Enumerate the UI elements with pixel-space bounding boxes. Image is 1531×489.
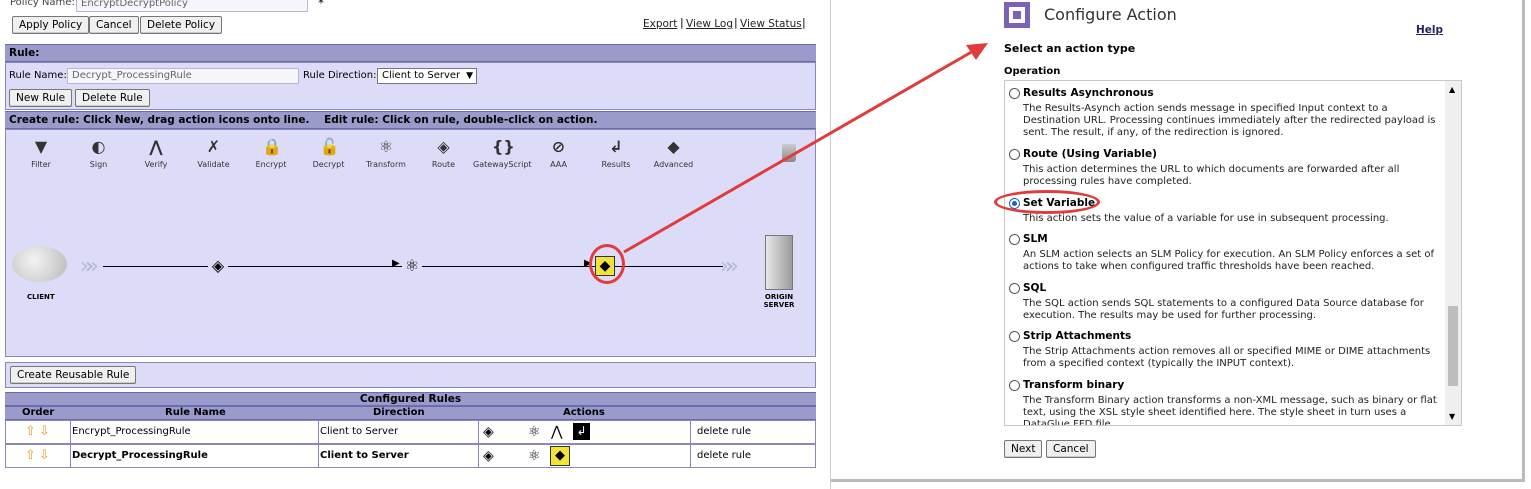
configure-action-icon [1004,2,1030,28]
option-title[interactable]: Transform binary [1023,379,1124,391]
option-description: This action sets the value of a variable… [1023,213,1389,224]
option-description: The SQL action sends SQL statements to a… [1023,298,1424,321]
dialog-frame-bottom [831,479,1525,482]
scroll-thumb[interactable] [1448,306,1458,386]
option-title[interactable]: Route (Using Variable) [1023,148,1157,160]
radio-transform-binary[interactable] [1009,380,1020,391]
option-title[interactable]: Strip Attachments [1023,330,1131,342]
radio-strip-attachments[interactable] [1009,331,1020,342]
radio-results-asynchronous[interactable] [1009,88,1020,99]
option-description: The Strip Attachments action removes all… [1023,346,1431,369]
radio-slm[interactable] [1009,234,1020,245]
option-description: This action determines the URL to which … [1023,164,1400,187]
help-link[interactable]: Help [1416,24,1443,36]
scrollbar[interactable]: ▲ ▼ [1445,81,1461,425]
action-options: Results Asynchronous The Results-Asynch a… [1005,81,1445,426]
selection-highlight [994,190,1100,214]
action-type-list[interactable]: Results Asynchronous The Results-Asynch a… [1004,80,1462,426]
next-button[interactable]: Next [1004,440,1043,458]
option-title[interactable]: SQL [1023,282,1046,294]
option-title[interactable]: SLM [1023,233,1048,245]
option-title[interactable]: Results Asynchronous [1023,87,1154,99]
scroll-up-icon[interactable]: ▲ [1449,85,1455,94]
dialog-title: Configure Action [1044,5,1177,24]
option-description: An SLM action selects an SLM Policy for … [1023,249,1434,272]
configure-action-dialog: Configure Action Help Select an action t… [994,0,1476,470]
dialog-frame-edge [1522,0,1525,480]
radio-sql[interactable] [1009,283,1020,294]
radio-route-using-variable-[interactable] [1009,149,1020,160]
dialog-subtitle: Select an action type [1004,42,1136,55]
option-description: The Transform Binary action transforms a… [1023,395,1437,426]
operation-label: Operation [1004,66,1061,77]
cancel-button[interactable]: Cancel [1046,440,1096,458]
option-description: The Results-Asynch action sends message … [1023,103,1436,138]
scroll-down-icon[interactable]: ▼ [1449,412,1455,421]
